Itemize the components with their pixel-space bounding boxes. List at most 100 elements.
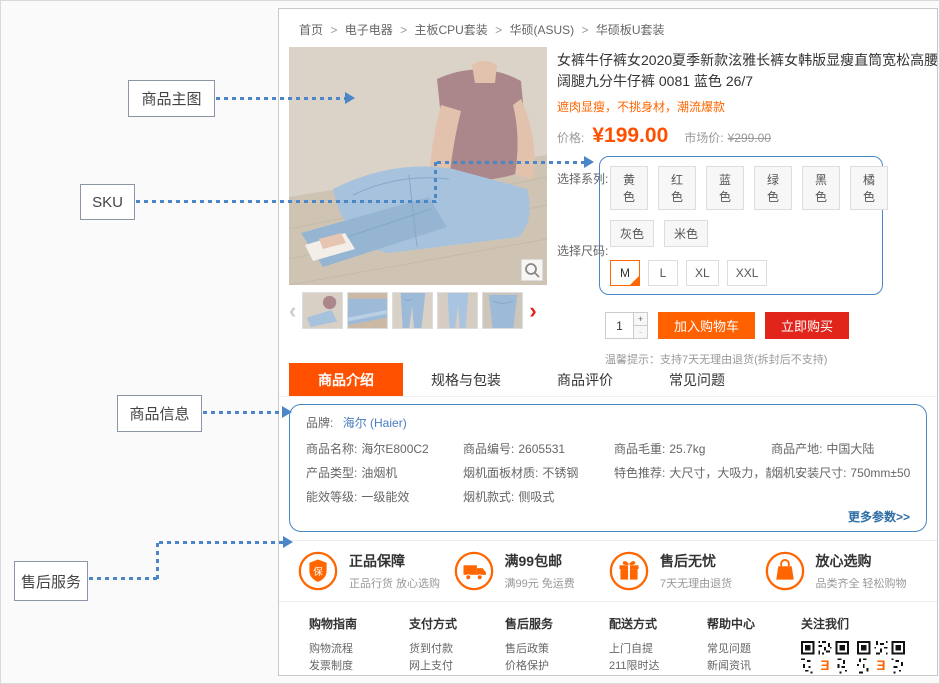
thumbnail[interactable] <box>392 292 433 329</box>
breadcrumb-item[interactable]: 首页 <box>299 23 323 37</box>
service-title: 满99包邮 <box>505 551 575 571</box>
thumbnail[interactable] <box>437 292 478 329</box>
info-field: 烟机面板材质:不锈钢 <box>463 464 614 481</box>
annotation-arrow-line <box>434 162 437 203</box>
info-field: 烟机款式:侧吸式 <box>463 488 614 505</box>
footer-column: 支付方式 货到付款 网上支付 分期付款 银行转帐 <box>409 615 505 676</box>
series-option[interactable]: 红色 <box>658 166 696 210</box>
breadcrumb: 首页 > 电子电器 > 主板CPU套装 > 华硕(ASUS) > 华硕板U套装 <box>279 9 937 47</box>
thumbnail[interactable] <box>302 292 343 329</box>
hint-label: 温馨提示： <box>605 354 660 366</box>
brand-label: 品牌: <box>306 416 333 430</box>
footer-link[interactable]: 购物流程 <box>309 641 409 658</box>
thumbnail-next-icon[interactable]: › <box>525 293 536 329</box>
footer-link[interactable]: 新闻资讯 <box>707 658 801 675</box>
footer-link[interactable]: 网上支付 <box>409 658 505 675</box>
series-option[interactable]: 橘色 <box>850 166 888 210</box>
buy-now-button[interactable]: 立即购买 <box>765 312 849 339</box>
footer-link[interactable]: 服务协议 <box>309 675 409 676</box>
truck-icon <box>453 550 495 592</box>
info-field: 商品编号:2605531 <box>463 440 614 457</box>
buy-row: + - 加入购物车 立即购买 <box>605 312 938 339</box>
footer-link[interactable]: 货到付款 <box>409 641 505 658</box>
breadcrumb-item[interactable]: 电子电器 <box>345 23 393 37</box>
annotation-arrowhead-icon <box>345 92 355 104</box>
service-title: 放心选购 <box>816 551 907 571</box>
annotation-arrow-line <box>203 411 283 414</box>
breadcrumb-item[interactable]: 华硕(ASUS) <box>509 23 574 37</box>
series-option[interactable]: 蓝色 <box>706 166 744 210</box>
annotation-arrowhead-icon <box>282 406 292 418</box>
size-option[interactable]: L <box>648 260 678 286</box>
brand-link[interactable]: 海尔 (Haier) <box>343 416 407 430</box>
market-price-label: 市场价: <box>684 129 723 146</box>
series-option[interactable]: 黄色 <box>610 166 648 210</box>
info-grid: 商品名称:海尔E800C2 商品编号:2605531 商品毛重:25.7kg 商… <box>306 440 910 505</box>
footer-link[interactable]: 价格保护 <box>505 658 609 675</box>
thumbnail[interactable] <box>347 292 388 329</box>
add-to-cart-button[interactable]: 加入购物车 <box>658 312 755 339</box>
more-params-link[interactable]: 更多参数>> <box>306 508 910 525</box>
zoom-button[interactable] <box>521 259 543 281</box>
price-row: 价格: ¥199.00 市场价: ¥299.00 <box>557 124 938 148</box>
size-option[interactable]: XXL <box>727 260 768 286</box>
service-title: 正品保障 <box>349 551 440 571</box>
info-field: 能效等级:一级能效 <box>306 488 463 505</box>
tab-spec-packing[interactable]: 规格与包装 <box>403 363 529 396</box>
annotation-arrow-line <box>216 97 346 100</box>
quantity-decrease-button[interactable]: - <box>634 325 647 338</box>
footer-link[interactable]: 分期付款 <box>409 675 505 676</box>
qr-code: Ǝ <box>857 641 905 676</box>
quantity-input[interactable] <box>606 313 633 338</box>
thumbnail-strip: ‹ › <box>289 292 547 329</box>
breadcrumb-item[interactable]: 华硕板U套装 <box>596 23 665 37</box>
annotation-product-info-label: 商品信息 <box>117 395 202 432</box>
footer-link[interactable]: 发票制度 <box>309 658 409 675</box>
breadcrumb-separator: > <box>330 23 337 37</box>
annotation-sku-label: SKU <box>80 184 135 220</box>
breadcrumb-item[interactable]: 主板CPU套装 <box>414 23 487 37</box>
product-page-panel: 首页 > 电子电器 > 主板CPU套装 > 华硕(ASUS) > 华硕板U套装 <box>278 8 938 676</box>
footer-link[interactable]: 配送服务查询 <box>609 675 707 676</box>
thumbnail[interactable] <box>482 292 523 329</box>
annotation-main-image-label: 商品主图 <box>128 80 215 117</box>
footer-link[interactable]: 上门自提 <box>609 641 707 658</box>
series-option[interactable]: 绿色 <box>754 166 792 210</box>
size-option[interactable]: XL <box>686 260 719 286</box>
size-option-selected[interactable]: M <box>610 260 640 286</box>
tab-reviews[interactable]: 商品评价 <box>529 363 641 396</box>
service-item: 保 正品保障 正品行货 放心选购 <box>297 550 453 592</box>
tab-faq[interactable]: 常见问题 <box>641 363 753 396</box>
sku-area: 选择系列: 选择尺码: 黄色 红色 蓝色 绿色 黑色 橘色 灰色 米色 <box>557 156 938 295</box>
footer: 购物指南 购物流程 发票制度 服务协议 会员优惠 支付方式 货到付款 网上支付 … <box>279 602 937 676</box>
series-option[interactable]: 灰色 <box>610 220 654 247</box>
quantity-increase-button[interactable]: + <box>634 313 647 325</box>
series-option[interactable]: 米色 <box>664 220 708 247</box>
footer-link[interactable]: 退款说明 <box>505 675 609 676</box>
series-option[interactable]: 黑色 <box>802 166 840 210</box>
product-title: 女裤牛仔裤女2020夏季新款泫雅长裤女韩版显瘦直筒宽松高腰阔腿九分牛仔裤 008… <box>557 50 938 92</box>
svg-text:Ǝ: Ǝ <box>877 658 886 673</box>
product-main-image[interactable] <box>289 47 547 285</box>
tab-product-intro[interactable]: 商品介绍 <box>289 363 403 396</box>
footer-link[interactable]: 常见问题 <box>707 641 801 658</box>
breadcrumb-separator: > <box>400 23 407 37</box>
footer-link[interactable]: 211限时达 <box>609 658 707 675</box>
return-policy-hint: 温馨提示：支持7天无理由退货(拆封后不支持) <box>605 351 938 367</box>
info-field: 产品类型:油烟机 <box>306 464 463 481</box>
footer-column: 帮助中心 常见问题 新闻资讯 联系我们 <box>707 615 801 676</box>
footer-column: 购物指南 购物流程 发票制度 服务协议 会员优惠 <box>309 615 409 676</box>
thumbnail-prev-icon[interactable]: ‹ <box>289 293 300 329</box>
footer-column-title: 配送方式 <box>609 615 707 632</box>
model-photo <box>289 47 547 285</box>
service-subtitle: 满99元 免运费 <box>505 575 575 591</box>
product-promo-text: 遮肉显瘦，不挑身材，潮流爆款 <box>557 98 938 115</box>
footer-link[interactable]: 售后政策 <box>505 641 609 658</box>
footer-link[interactable]: 联系我们 <box>707 675 801 676</box>
gift-box-icon <box>608 550 650 592</box>
series-row-2: 灰色 米色 <box>610 220 872 247</box>
annotation-after-sale-label: 售后服务 <box>14 561 88 601</box>
info-field: 特色推荐:大尺寸，大吸力，静音... <box>614 464 771 481</box>
annotation-arrow-line <box>156 543 159 580</box>
service-bar: 保 正品保障 正品行货 放心选购 满99包邮 满99元 免运费 <box>279 540 937 602</box>
